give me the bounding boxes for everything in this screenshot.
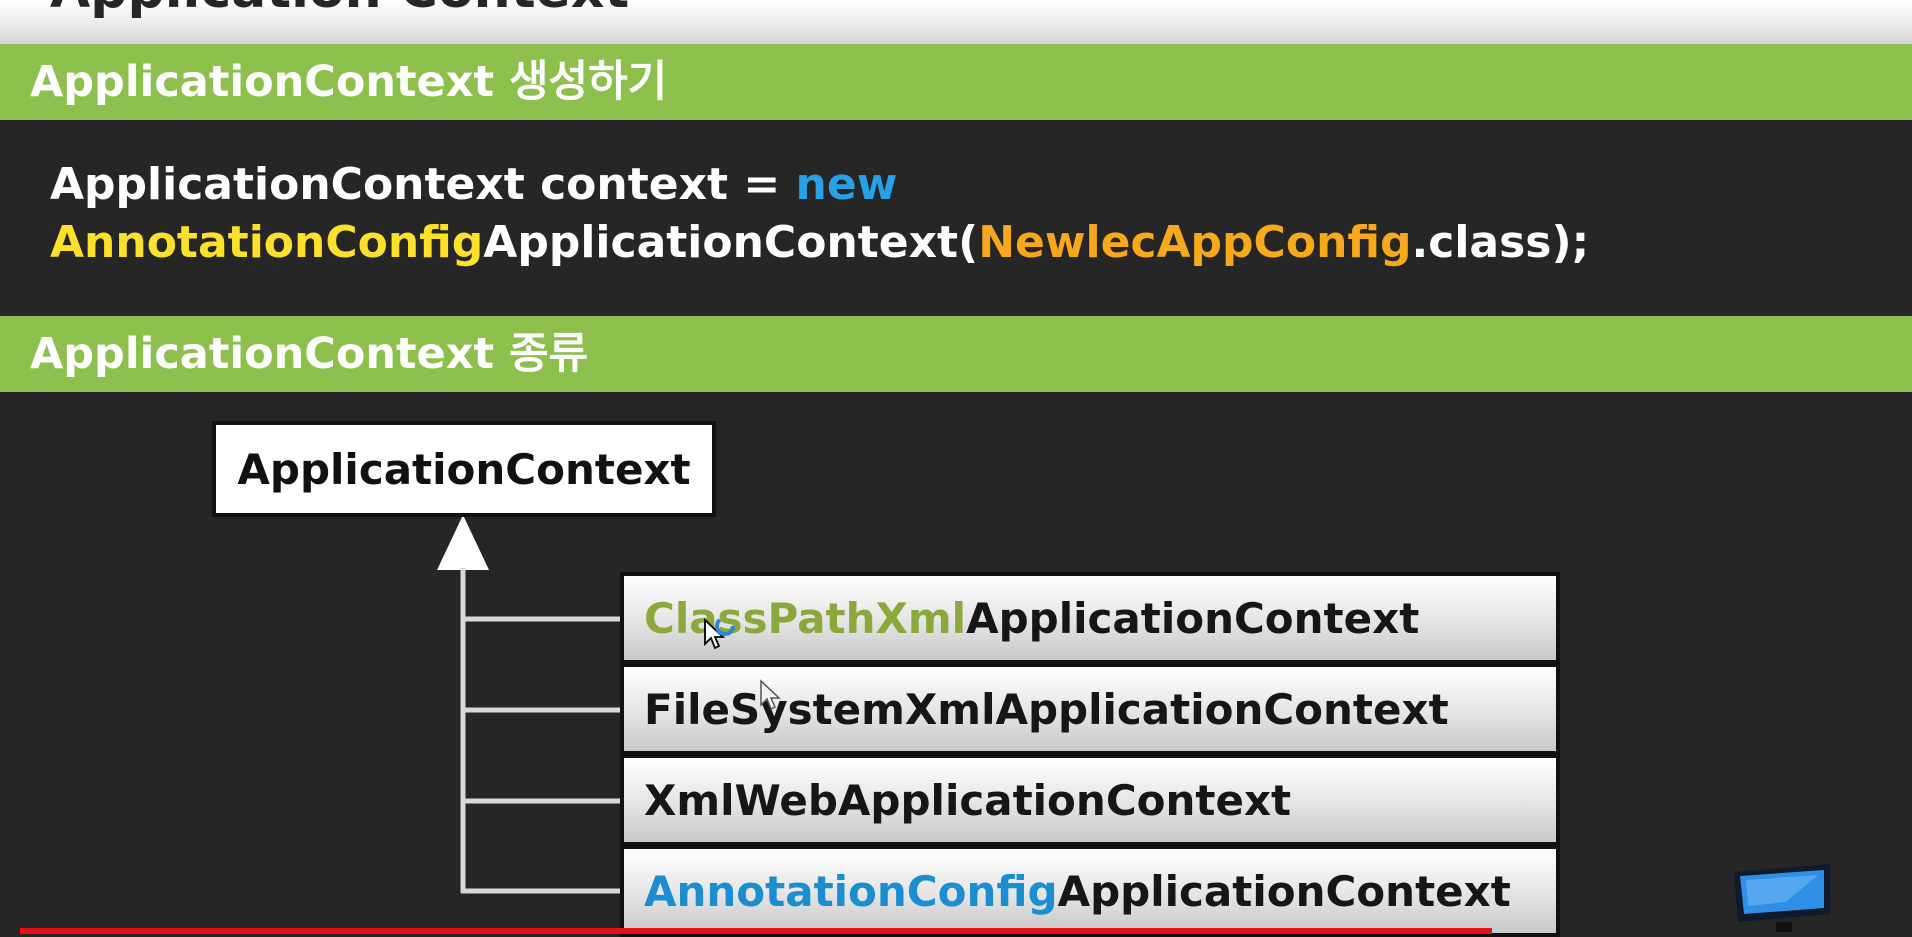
video-progress-bar[interactable]: [20, 928, 1492, 934]
mouse-cursor-icon: [760, 679, 781, 711]
slide-title-band: Application Context: [0, 0, 1912, 44]
impl-rest: ApplicationContext: [966, 593, 1420, 643]
code-line-1: ApplicationContext context = new: [50, 156, 1589, 214]
section-heading-create: ApplicationContext 생성하기: [0, 44, 1912, 120]
monitor-logo-icon: [1734, 864, 1830, 932]
impl-rest: ApplicationContext: [1057, 866, 1511, 916]
code-config-class: NewlecAppConfig: [978, 217, 1412, 268]
classpath-xml-context-box: ClassPathXml ApplicationContext: [620, 572, 1560, 664]
slide-title: Application Context: [50, 0, 629, 20]
code-annotation-prefix: AnnotationConfig: [50, 217, 484, 268]
code-snippet: ApplicationContext context = new Annotat…: [50, 156, 1589, 272]
code-keyword-new: new: [795, 159, 898, 210]
code-declaration: ApplicationContext context =: [50, 159, 796, 210]
loading-spinner-icon: [715, 616, 735, 636]
xml-web-context-box: XmlWebApplicationContext: [620, 754, 1560, 846]
root-class-box: ApplicationContext: [212, 421, 716, 517]
impl-rest: XmlWebApplicationContext: [644, 775, 1292, 825]
inheritance-arrowhead-icon: [437, 515, 489, 570]
impl-prefix: ClassPathXml: [644, 593, 967, 643]
annotation-config-context-box: AnnotationConfig ApplicationContext: [620, 845, 1560, 937]
code-constructor: ApplicationContext(: [483, 217, 979, 268]
impl-prefix: AnnotationConfig: [644, 866, 1058, 916]
section-heading-types: ApplicationContext 종류: [0, 316, 1912, 392]
code-line-2: AnnotationConfigApplicationContext(Newle…: [50, 214, 1589, 272]
code-suffix: .class);: [1411, 217, 1590, 268]
